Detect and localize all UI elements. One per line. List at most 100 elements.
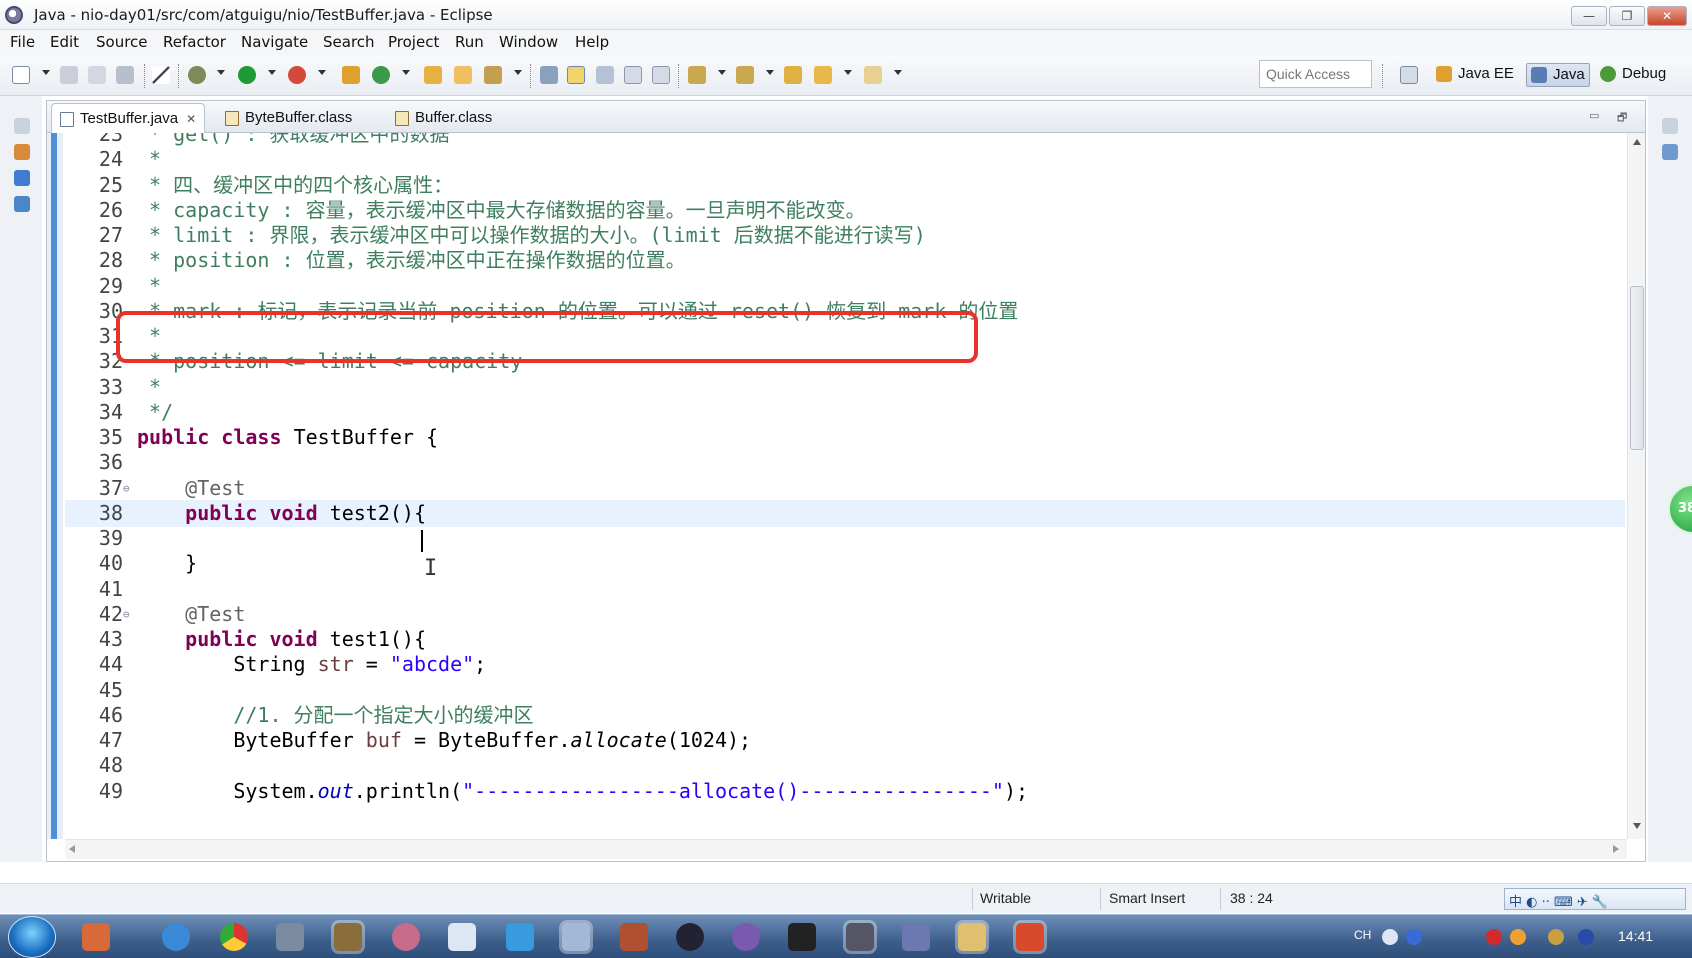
code-line[interactable]: 35 public class TestBuffer { xyxy=(65,424,1625,451)
scroll-down-icon[interactable] xyxy=(1633,823,1641,829)
code-line[interactable]: 24 * xyxy=(65,146,1625,173)
menu-search[interactable]: Search xyxy=(323,33,375,51)
code-line[interactable]: 40 } xyxy=(65,550,1625,577)
tray-record-icon[interactable] xyxy=(1486,929,1502,945)
open-perspective-icon[interactable] xyxy=(1400,66,1418,84)
tab-testbuffer-java[interactable]: TestBuffer.java ✕ xyxy=(51,103,206,133)
taskbar-cmd-icon[interactable] xyxy=(788,923,816,951)
package-explorer-icon[interactable] xyxy=(14,144,30,160)
code-line[interactable]: 42 ⊖ @Test xyxy=(65,601,1625,628)
code-line[interactable]: 38 public void test2(){ xyxy=(65,499,1625,527)
perspective-java-ee[interactable]: Java EE xyxy=(1432,63,1518,87)
previous-annotation-icon[interactable] xyxy=(736,66,754,84)
minimize-panel-icon[interactable]: ▭ xyxy=(1589,109,1599,122)
quick-access-input[interactable]: Quick Access xyxy=(1259,60,1372,88)
taskbar-chrome-icon[interactable] xyxy=(220,923,248,951)
tab-buffer-class[interactable]: Buffer.class xyxy=(387,103,500,133)
new-java-package-icon[interactable] xyxy=(342,66,360,84)
toggle-highlight-icon[interactable] xyxy=(567,66,585,84)
external-tools-dropdown-icon[interactable] xyxy=(318,70,326,75)
minimize-button[interactable]: — xyxy=(1571,6,1607,26)
horizontal-scrollbar[interactable] xyxy=(65,839,1627,859)
menu-edit[interactable]: Edit xyxy=(50,33,79,51)
code-line[interactable]: 26 * capacity : 容量，表示缓冲区中最大存储数据的容量。一旦声明不… xyxy=(65,197,1625,224)
code-line[interactable]: 29 * xyxy=(65,273,1625,300)
menu-window[interactable]: Window xyxy=(499,33,558,51)
code-line[interactable]: 48 xyxy=(65,752,1625,779)
print-icon[interactable] xyxy=(116,66,134,84)
code-editor[interactable]: 23 * get() : 获取缓冲区中的数据 24 * 25 * 四、缓冲区中的四个… xyxy=(47,133,1627,839)
start-button[interactable] xyxy=(8,916,56,958)
hierarchy-icon[interactable] xyxy=(14,170,30,186)
open-type-icon[interactable] xyxy=(424,66,442,84)
pilcrow-icon[interactable] xyxy=(652,66,670,84)
next-annotation-dropdown-icon[interactable] xyxy=(718,70,726,75)
forward-icon[interactable] xyxy=(864,66,882,84)
code-line[interactable]: 25 * 四、缓冲区中的四个核心属性： xyxy=(65,172,1625,199)
run-icon[interactable] xyxy=(238,66,256,84)
new-icon[interactable] xyxy=(12,66,30,84)
code-line[interactable]: 27 * limit : 界限，表示缓冲区中可以操作数据的大小。(limit 后… xyxy=(65,222,1625,249)
fold-toggle-icon[interactable]: ⊖ xyxy=(123,475,130,502)
code-line[interactable]: 49 System.out.println("-----------------… xyxy=(65,778,1625,805)
menu-file[interactable]: File xyxy=(10,33,35,51)
code-line[interactable]: 46 //1. 分配一个指定大小的缓冲区 xyxy=(65,702,1625,729)
search-icon[interactable] xyxy=(484,66,502,84)
taskbar-powerpoint-icon[interactable] xyxy=(1016,923,1044,951)
outline-icon[interactable] xyxy=(14,196,30,212)
tray-language[interactable]: CH xyxy=(1354,928,1371,942)
forward-dropdown-icon[interactable] xyxy=(894,70,902,75)
maximize-panel-icon[interactable]: 🗗 xyxy=(1617,109,1627,128)
scroll-left-icon[interactable] xyxy=(69,845,75,853)
scroll-up-icon[interactable] xyxy=(1633,139,1641,145)
vertical-scrollbar[interactable] xyxy=(1627,133,1645,839)
code-line[interactable]: 41 xyxy=(65,576,1625,603)
maximize-button[interactable]: ❐ xyxy=(1609,6,1645,26)
code-line[interactable]: 36 xyxy=(65,449,1625,476)
menu-run[interactable]: Run xyxy=(455,33,484,51)
new-class-dropdown-icon[interactable] xyxy=(402,70,410,75)
restore-icon[interactable] xyxy=(14,118,30,134)
taskbar-app-icon[interactable] xyxy=(732,923,760,951)
skip-breakpoints-icon[interactable] xyxy=(152,66,170,84)
code-line[interactable]: 34 */ xyxy=(65,399,1625,426)
code-line[interactable]: 28 * position : 位置，表示缓冲区中正在操作数据的位置。 xyxy=(65,247,1625,274)
taskbar-app-icon[interactable] xyxy=(276,923,304,951)
toggle-mark-occurrences-icon[interactable] xyxy=(540,66,558,84)
taskbar-app-icon[interactable] xyxy=(334,923,362,951)
perspective-java[interactable]: Java xyxy=(1526,63,1590,87)
scroll-right-icon[interactable] xyxy=(1613,845,1619,853)
perspective-debug[interactable]: Debug xyxy=(1596,63,1670,87)
code-line[interactable]: 44 String str = "abcde"; xyxy=(65,651,1625,678)
taskbar-app-icon[interactable] xyxy=(506,923,534,951)
code-line[interactable]: 33 * xyxy=(65,374,1625,401)
code-line[interactable]: 39 xyxy=(65,525,1625,552)
close-button[interactable]: ✕ xyxy=(1647,6,1687,26)
show-whitespace-icon[interactable] xyxy=(624,66,642,84)
taskbar-app-icon[interactable] xyxy=(562,923,590,951)
taskbar-app-icon[interactable] xyxy=(448,923,476,951)
tray-app-icon[interactable] xyxy=(1510,929,1526,945)
menu-project[interactable]: Project xyxy=(388,33,439,51)
run-dropdown-icon[interactable] xyxy=(268,70,276,75)
next-annotation-icon[interactable] xyxy=(688,66,706,84)
code-line[interactable]: 37 ⊖ @Test xyxy=(65,475,1625,502)
taskbar-app-icon[interactable] xyxy=(620,923,648,951)
block-selection-icon[interactable] xyxy=(596,66,614,84)
search-dropdown-icon[interactable] xyxy=(514,70,522,75)
previous-annotation-dropdown-icon[interactable] xyxy=(766,70,774,75)
scrollbar-thumb[interactable] xyxy=(1630,286,1644,450)
taskbar-app-icon[interactable] xyxy=(902,923,930,951)
open-task-icon[interactable] xyxy=(454,66,472,84)
fold-toggle-icon[interactable]: ⊖ xyxy=(123,601,130,628)
taskbar-app-icon[interactable] xyxy=(846,923,874,951)
close-tab-icon[interactable]: ✕ xyxy=(186,112,196,126)
debug-config-icon[interactable] xyxy=(188,66,206,84)
external-tools-icon[interactable] xyxy=(288,66,306,84)
back-icon[interactable] xyxy=(814,66,832,84)
tray-help-icon[interactable] xyxy=(1406,929,1422,945)
last-edit-location-icon[interactable] xyxy=(784,66,802,84)
save-icon[interactable] xyxy=(60,66,78,84)
ime-toolbar[interactable]: 中 ◐ ·· ⌨ ✈ 🔧 xyxy=(1504,888,1686,910)
tray-app-icon[interactable] xyxy=(1382,929,1398,945)
